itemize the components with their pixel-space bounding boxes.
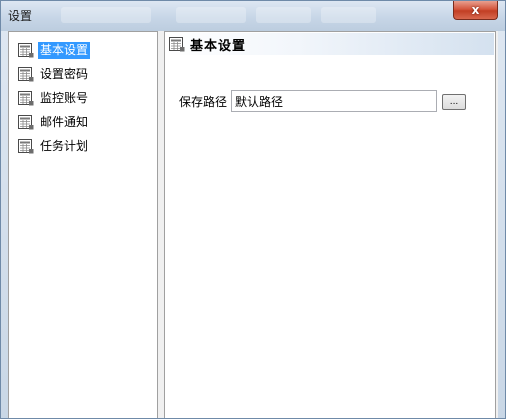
section-header: 基本设置 bbox=[166, 33, 494, 55]
settings-window: 设置 x 基本设置 设置密码 监控账号 邮件通知 任务计划 基本设置 保存路径 … bbox=[0, 0, 506, 419]
titlebar-reflection bbox=[256, 7, 311, 23]
section-title: 基本设置 bbox=[190, 38, 247, 54]
save-path-input[interactable] bbox=[231, 90, 437, 112]
tree-item-monitor-account[interactable]: 监控账号 bbox=[18, 89, 90, 107]
titlebar-reflection bbox=[61, 7, 151, 23]
tree-item-email-notification[interactable]: 邮件通知 bbox=[18, 113, 90, 131]
browse-button[interactable]: ... bbox=[442, 94, 466, 110]
grid-document-icon bbox=[169, 36, 185, 51]
window-title: 设置 bbox=[8, 9, 33, 23]
close-icon: x bbox=[471, 3, 480, 17]
tree-item-label: 基本设置 bbox=[38, 41, 91, 59]
grid-document-icon bbox=[18, 66, 34, 81]
titlebar-reflection bbox=[176, 7, 246, 23]
grid-document-icon bbox=[18, 114, 34, 129]
tree-item-label: 任务计划 bbox=[40, 138, 89, 153]
tree-item-label: 监控账号 bbox=[40, 90, 89, 105]
grid-document-icon bbox=[18, 90, 34, 105]
tree-item-set-password[interactable]: 设置密码 bbox=[18, 65, 90, 83]
title-bar[interactable]: 设置 x bbox=[1, 1, 505, 31]
settings-content-panel: 基本设置 保存路径 ... bbox=[164, 31, 496, 418]
close-button[interactable]: x bbox=[453, 1, 498, 20]
tree-item-basic-settings[interactable]: 基本设置 bbox=[18, 41, 91, 59]
save-path-label: 保存路径 bbox=[179, 95, 228, 109]
tree-item-label: 邮件通知 bbox=[40, 114, 89, 129]
grid-document-icon bbox=[18, 42, 34, 57]
tree-item-label: 设置密码 bbox=[40, 66, 89, 81]
tree-item-task-schedule[interactable]: 任务计划 bbox=[18, 137, 90, 155]
titlebar-reflection bbox=[321, 7, 376, 23]
grid-document-icon bbox=[18, 138, 34, 153]
settings-tree[interactable]: 基本设置 设置密码 监控账号 邮件通知 任务计划 bbox=[8, 31, 158, 418]
dialog-body: 基本设置 设置密码 监控账号 邮件通知 任务计划 基本设置 保存路径 默认路径 … bbox=[8, 31, 498, 418]
